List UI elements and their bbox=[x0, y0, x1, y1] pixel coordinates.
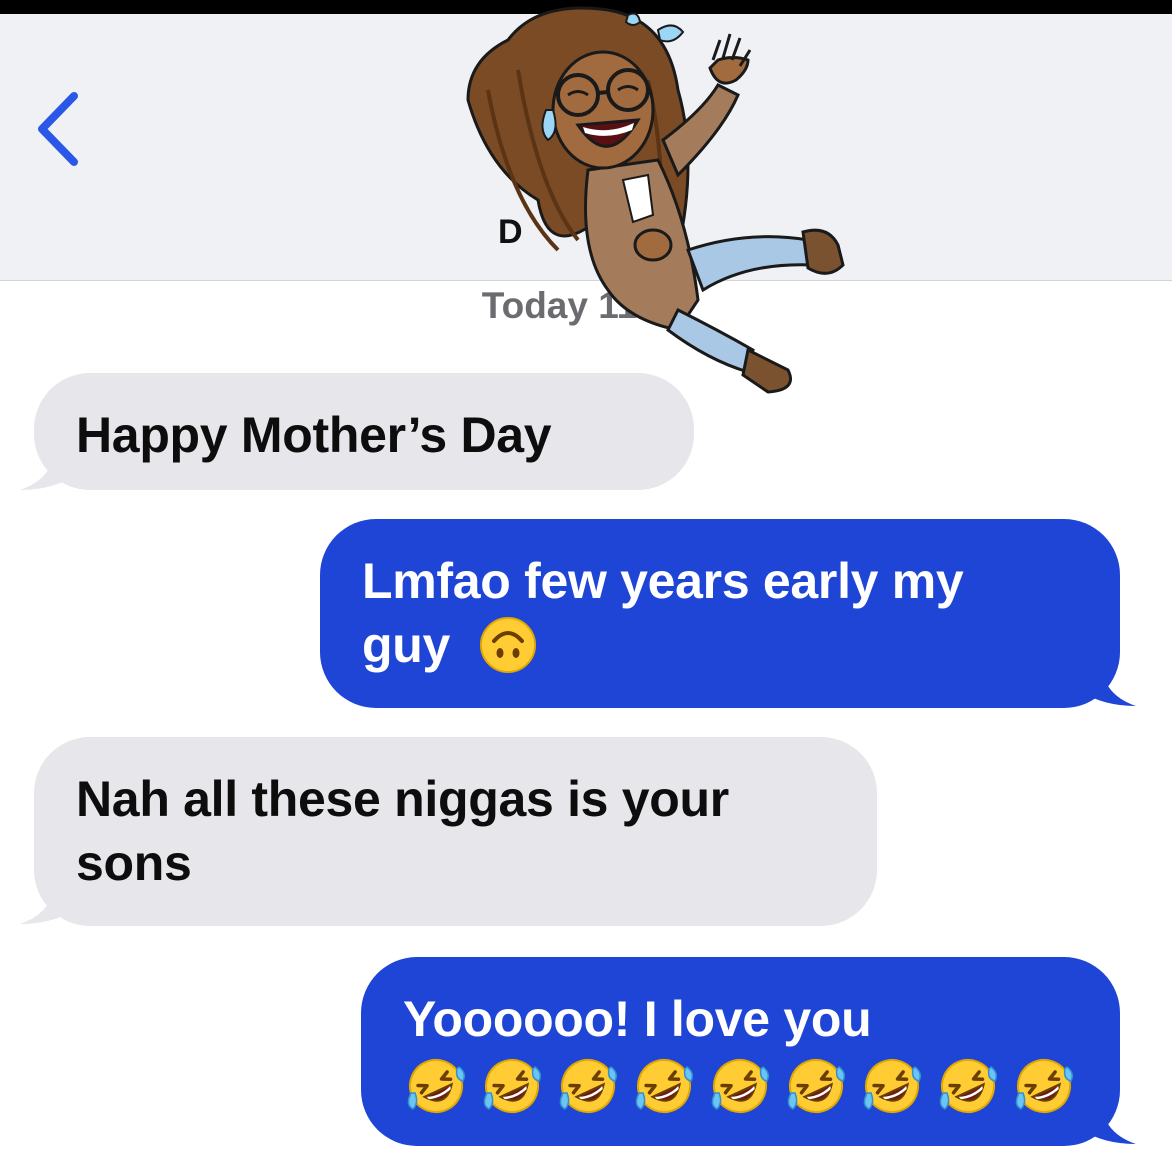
chevron-left-icon[interactable] bbox=[30, 84, 90, 174]
rolling-on-floor-laughing-icon bbox=[407, 1059, 466, 1113]
incoming-message-bubble[interactable]: Nah all these niggas is your sons bbox=[34, 737, 877, 926]
rolling-on-floor-laughing-icon bbox=[939, 1059, 998, 1113]
message-text-line: sons bbox=[76, 835, 192, 891]
emoji-row bbox=[403, 1053, 1090, 1119]
outgoing-message-bubble[interactable]: Yoooooo! I love you bbox=[361, 957, 1120, 1146]
message-text: Happy Mother’s Day bbox=[76, 407, 552, 463]
rolling-on-floor-laughing-icon bbox=[863, 1059, 922, 1113]
rolling-on-floor-laughing-icon bbox=[711, 1059, 770, 1113]
message-text: Nah all these niggas is your bbox=[76, 771, 729, 827]
outgoing-message-bubble[interactable]: Lmfao few years early my guy bbox=[320, 519, 1120, 708]
rolling-on-floor-laughing-icon bbox=[787, 1059, 846, 1113]
message-text-line: guy bbox=[362, 613, 1090, 677]
bitmoji-avatar[interactable] bbox=[448, 0, 878, 400]
incoming-message-bubble[interactable]: Happy Mother’s Day bbox=[34, 373, 694, 490]
message-text: Lmfao few years early my bbox=[362, 553, 964, 609]
upside-down-face-icon bbox=[479, 616, 536, 673]
rolling-on-floor-laughing-icon bbox=[559, 1059, 618, 1113]
rolling-on-floor-laughing-icon bbox=[635, 1059, 694, 1113]
rolling-on-floor-laughing-icon bbox=[483, 1059, 542, 1113]
rolling-on-floor-laughing-icon bbox=[1015, 1059, 1074, 1113]
message-text: Yoooooo! I love you bbox=[403, 991, 872, 1047]
